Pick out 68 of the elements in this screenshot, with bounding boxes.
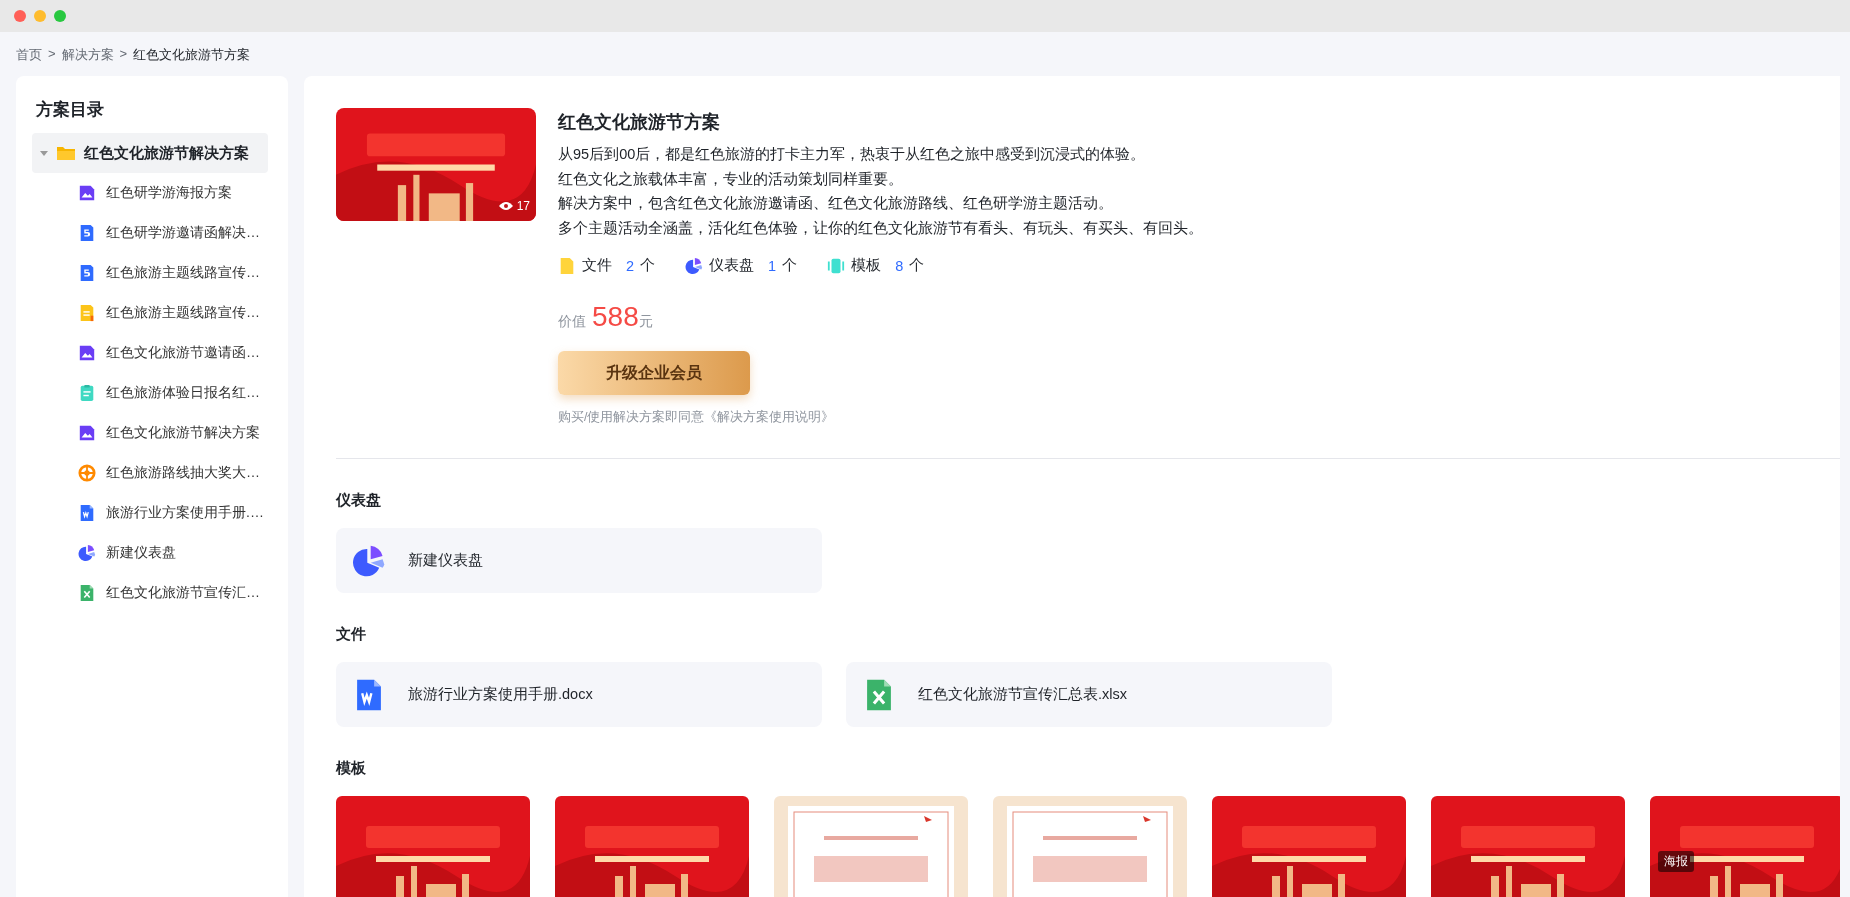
image-file-icon (78, 344, 96, 362)
html5-file-icon (78, 264, 96, 282)
section-title: 文件 (336, 625, 367, 644)
tree-item[interactable]: 红色文化旅游节宣传汇… (32, 573, 284, 613)
html5-file-icon (78, 224, 96, 242)
tree-item[interactable]: 红色旅游主题线路宣传… (32, 293, 284, 333)
resource-card[interactable]: 旅游行业方案使用手册.docx (336, 662, 822, 727)
description-line: 从95后到00后，都是红色旅游的打卡主力军，热衷于从红色之旅中感受到沉浸式的体验。 (558, 145, 1147, 164)
agreement-text: 购买/使用解决方案即同意《解决方案使用说明》 (558, 409, 836, 426)
view-count-text: 17 (516, 199, 530, 213)
solution-title: 红色文化旅游节方案 (558, 111, 721, 134)
tree-item[interactable]: 旅游行业方案使用手册.… (32, 493, 284, 533)
resource-name: 红色文化旅游节宣传汇总表.xlsx (918, 685, 1127, 704)
excel-file-icon (78, 584, 96, 602)
breadcrumb-link[interactable]: 解决方案 (61, 46, 114, 64)
template-icon (827, 256, 846, 275)
stat-count: 8 (895, 257, 904, 274)
resource-name: 新建仪表盘 (408, 551, 483, 570)
breadcrumb-separator: > (119, 46, 128, 63)
description-line: 解决方案中，包含红色文化旅游邀请函、红色文化旅游路线、红色研学游主题活动。 (558, 194, 1114, 213)
price-value: 588 (592, 301, 639, 333)
image-file-icon (78, 424, 96, 442)
stat-count: 2 (626, 257, 635, 274)
breadcrumb-link[interactable]: 首页 (16, 46, 42, 64)
word-file-icon (78, 504, 96, 522)
pie-chart-icon (352, 543, 386, 578)
breadcrumb-separator: > (48, 46, 56, 63)
stat-unit: 个 (909, 256, 925, 275)
close-window-button[interactable] (14, 10, 26, 22)
tree-item[interactable]: 红色旅游路线抽大奖大… (32, 453, 284, 493)
price-label: 价值 (558, 313, 586, 331)
section-title: 仪表盘 (336, 491, 382, 510)
description-line: 多个主题活动全涵盖，活化红色体验，让你的红色文化旅游节有看头、有玩头、有买头、有回头。 (558, 218, 1203, 238)
upgrade-button[interactable]: 升级企业会员 (558, 351, 750, 395)
description-line: 红色文化之旅载体丰富，专业的活动策划同样重要。 (558, 169, 904, 189)
tree-item[interactable]: 红色研学游海报方案 (32, 173, 284, 213)
tree-item[interactable]: 红色旅游主题线路宣传… (32, 253, 284, 293)
pie-chart-icon (685, 256, 704, 275)
form-icon (78, 384, 96, 402)
maximize-window-button[interactable] (54, 10, 66, 22)
resource-card[interactable]: 新建仪表盘 (336, 528, 822, 593)
stat-unit: 个 (782, 256, 798, 275)
template-badge: 海报 (1658, 851, 1694, 872)
sidebar-title: 方案目录 (36, 99, 105, 121)
stat-unit: 个 (640, 256, 656, 275)
pie-chart-icon (78, 544, 96, 562)
tree-item[interactable]: 红色文化旅游节解决方案 (32, 413, 284, 453)
file-icon (558, 256, 576, 275)
tree-item[interactable]: 红色研学游邀请函解决… (32, 213, 284, 253)
minimize-window-button[interactable] (34, 10, 46, 22)
tree-item[interactable]: 红色文化旅游节邀请函… (32, 333, 284, 373)
document-icon (78, 304, 96, 322)
tree-folder[interactable]: 红色文化旅游节解决方案 (32, 133, 268, 173)
price-unit: 元 (638, 313, 653, 331)
image-file-icon (78, 184, 96, 202)
resource-card[interactable]: 红色文化旅游节宣传汇总表.xlsx (846, 662, 1332, 727)
eye-icon (498, 201, 513, 211)
resource-name: 旅游行业方案使用手册.docx (408, 685, 593, 704)
stat-count: 1 (768, 257, 777, 274)
stat-label: 模板 (851, 256, 882, 275)
stat-label: 仪表盘 (709, 256, 755, 275)
section-title: 模板 (336, 759, 367, 778)
tree-item[interactable]: 新建仪表盘 (32, 533, 284, 573)
breadcrumb-current: 红色文化旅游节方案 (133, 46, 251, 64)
stat-label: 文件 (582, 256, 612, 275)
caret-icon[interactable] (40, 150, 48, 156)
prize-wheel-icon (78, 464, 96, 482)
tree-item[interactable]: 红色旅游体验日报名红… (32, 373, 284, 413)
